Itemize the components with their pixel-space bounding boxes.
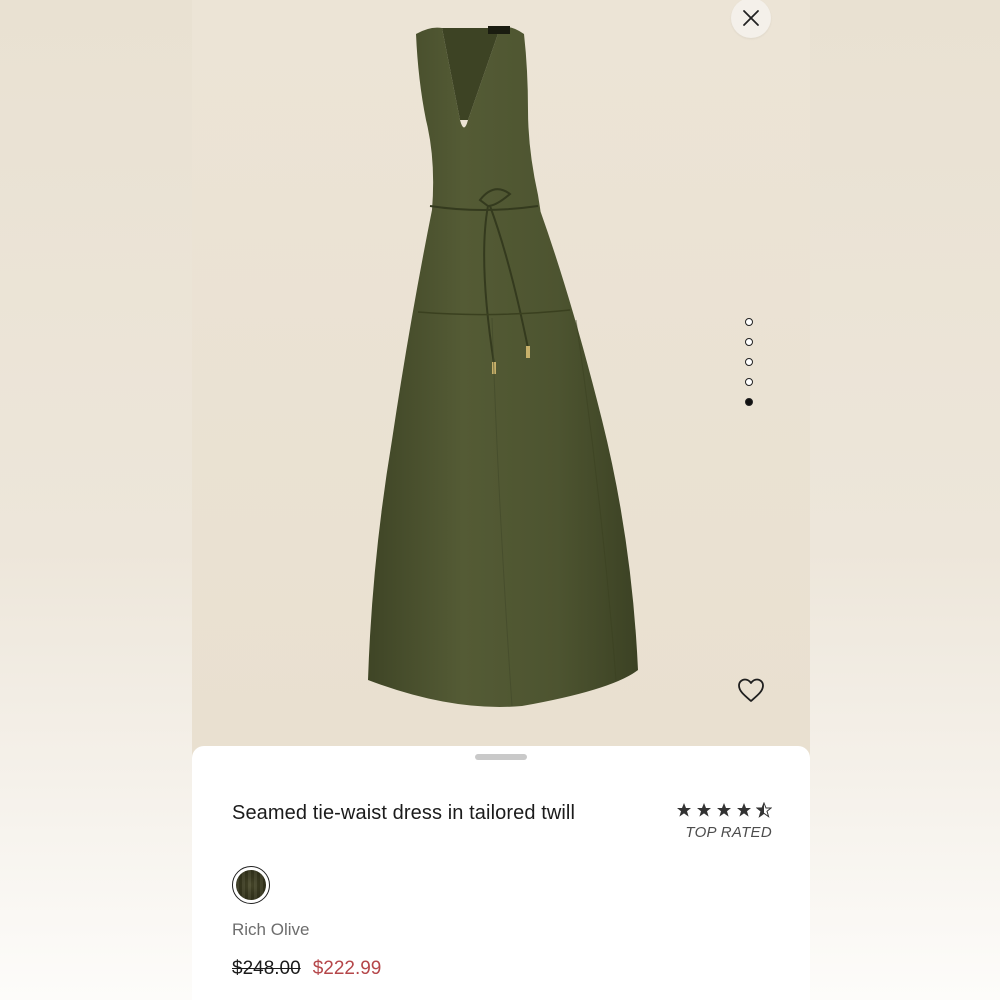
star-icon	[737, 803, 751, 817]
top-rated-label: TOP RATED	[685, 824, 772, 841]
product-title: Seamed tie-waist dress in tailored twill	[232, 802, 576, 824]
pagination-dot[interactable]	[745, 378, 753, 386]
gallery-pagination	[745, 318, 757, 418]
half-star-icon	[756, 802, 772, 818]
rating-stars	[672, 802, 772, 818]
pagination-dot-active[interactable]	[745, 398, 753, 406]
color-swatch-fill	[236, 870, 266, 900]
close-icon	[743, 10, 759, 26]
backdrop-left	[0, 0, 192, 1000]
star-icon	[717, 803, 731, 817]
original-price: $248.00	[232, 958, 301, 979]
product-image-gallery[interactable]	[192, 0, 810, 760]
pagination-dot[interactable]	[745, 338, 753, 346]
product-detail-screen: Seamed tie-waist dress in tailored twill…	[192, 0, 810, 1000]
heart-icon	[738, 678, 764, 702]
star-icon	[697, 803, 711, 817]
sheet-drag-handle[interactable]	[475, 754, 527, 760]
backdrop-right	[810, 0, 1000, 1000]
selected-color-name: Rich Olive	[232, 920, 310, 939]
pagination-dot[interactable]	[745, 358, 753, 366]
star-icon	[677, 803, 691, 817]
color-swatch-selected[interactable]	[232, 866, 270, 904]
product-image	[368, 26, 638, 707]
pagination-dot[interactable]	[745, 318, 753, 326]
sale-price: $222.99	[312, 958, 382, 979]
product-info-sheet[interactable]: Seamed tie-waist dress in tailored twill…	[192, 746, 810, 1000]
favorite-button[interactable]	[736, 676, 766, 704]
price-row: $248.00 $222.99	[232, 958, 381, 980]
product-rating[interactable]: TOP RATED	[672, 802, 772, 841]
